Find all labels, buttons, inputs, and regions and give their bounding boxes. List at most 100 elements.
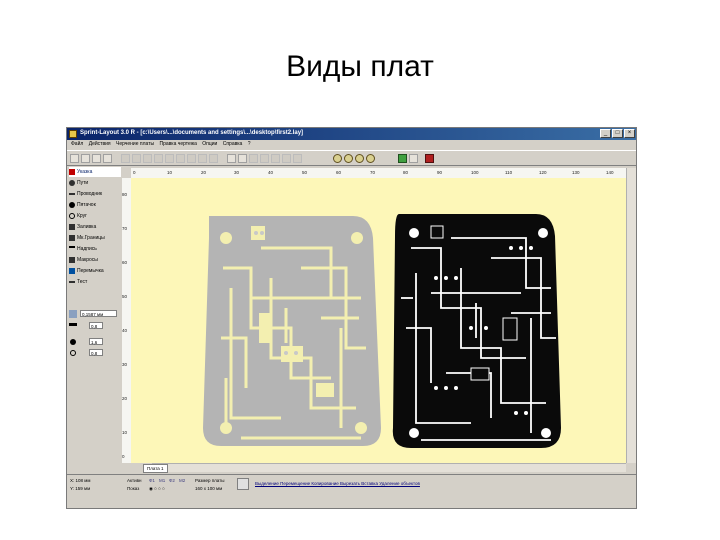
layer-m2[interactable]: М2 (179, 478, 185, 483)
menu-drawing[interactable]: Черчение платы (116, 140, 154, 149)
pad-inner-field[interactable]: 0,8 (89, 349, 103, 356)
test-icon (69, 280, 75, 283)
vertical-scrollbar[interactable] (626, 168, 636, 463)
ruler-h-tick: 110 (505, 170, 513, 175)
circle-icon (69, 212, 75, 219)
tool-text[interactable]: Надпись (69, 244, 121, 254)
layer-f2[interactable]: Ф2 (169, 478, 175, 483)
ruler-h-tick: 70 (370, 170, 376, 175)
menu-file[interactable]: Файл (71, 140, 83, 149)
ruler-v-tick: 60 (122, 260, 128, 265)
tool-test[interactable]: Тест (69, 277, 121, 287)
delete-icon[interactable] (154, 154, 163, 163)
tool-track[interactable]: Проводник (69, 189, 121, 199)
zoom-in-icon[interactable] (333, 154, 342, 163)
select-tool-icon[interactable] (237, 478, 249, 490)
zoom-fit-icon[interactable] (355, 154, 364, 163)
pad-inner-icon (70, 350, 76, 356)
menu-about[interactable]: ? (248, 140, 251, 149)
pcb-drawing[interactable] (131, 178, 626, 463)
paste-icon[interactable] (143, 154, 152, 163)
window-title: Sprint-Layout 3.0 R - [c:\Users\...\docu… (80, 130, 304, 136)
print-icon[interactable] (103, 154, 112, 163)
menu-options[interactable]: Опции (202, 140, 217, 149)
save-icon[interactable] (92, 154, 101, 163)
ruler-h-tick: 20 (201, 170, 207, 175)
tab-board-1[interactable]: Плата 1 (143, 464, 168, 473)
copy-icon[interactable] (132, 154, 141, 163)
tool-jumper[interactable]: Перемычка (69, 266, 121, 276)
bring-front-icon[interactable] (271, 154, 280, 163)
app-window: Sprint-Layout 3.0 R - [c:\Users\...\docu… (66, 127, 637, 509)
stop-icon[interactable] (425, 154, 434, 163)
group-icon[interactable] (249, 154, 258, 163)
mirror-h-icon[interactable] (187, 154, 196, 163)
ruler-v-tick: 50 (122, 294, 128, 299)
status-hint: Выделение Перемещение Копирование Выреза… (255, 481, 420, 486)
active-layer-label: Активн (127, 478, 142, 483)
snap-icon[interactable] (293, 154, 302, 163)
drc-icon[interactable] (398, 154, 407, 163)
menu-help[interactable]: Справка (223, 140, 243, 149)
tool-macro[interactable]: Макросы (69, 255, 121, 265)
tool-circle[interactable]: Круг (69, 211, 121, 221)
rotate-icon[interactable] (176, 154, 185, 163)
cursor-y: Y: 159 мм (70, 486, 91, 491)
slide-title: Виды плат (286, 50, 434, 83)
mirror-v-icon[interactable] (198, 154, 207, 163)
macro-icon (69, 256, 75, 263)
horizontal-scrollbar[interactable] (152, 463, 626, 472)
track-icon (69, 192, 75, 195)
board-black-layer (392, 214, 561, 448)
ruler-h-tick: 60 (336, 170, 342, 175)
app-icon (69, 130, 77, 138)
menu-edit[interactable]: Правка чертежа (159, 140, 196, 149)
cursor-x: X: 108 мм (70, 478, 91, 483)
toolbar (67, 150, 636, 166)
visible-layers-label: Показ (127, 486, 140, 491)
tool-border[interactable]: Мк.Границы (69, 233, 121, 243)
cut-icon[interactable] (121, 154, 130, 163)
menu-actions[interactable]: Действия (89, 140, 111, 149)
title-bar[interactable]: Sprint-Layout 3.0 R - [c:\Users\...\docu… (67, 128, 636, 140)
send-back-icon[interactable] (282, 154, 291, 163)
tool-pointer[interactable]: Указка (69, 167, 121, 177)
board-size-value: 160 x 100 мм (195, 486, 223, 491)
undo-icon[interactable] (227, 154, 236, 163)
ruler-h-tick: 30 (234, 170, 240, 175)
minimize-button[interactable]: _ (600, 129, 611, 138)
ruler-v-tick: 20 (122, 396, 128, 401)
duplicate-icon[interactable] (165, 154, 174, 163)
pad-icon (69, 201, 75, 208)
autoroute-icon[interactable] (409, 154, 418, 163)
ungroup-icon[interactable] (260, 154, 269, 163)
grid-size-field[interactable]: 0,1587 мм (80, 310, 117, 317)
track-width-icon (69, 323, 77, 326)
zoom-out-icon[interactable] (344, 154, 353, 163)
layer-m1[interactable]: М1 (159, 478, 165, 483)
zoom-board-icon[interactable] (366, 154, 375, 163)
board-canvas[interactable] (131, 178, 626, 463)
pad-outer-field[interactable]: 1,6 (89, 338, 103, 345)
ruler-h-tick: 40 (268, 170, 274, 175)
pad-outer-icon (70, 339, 76, 345)
ruler-h-tick: 140 (606, 170, 614, 175)
tool-pad[interactable]: Пятачок (69, 200, 121, 210)
tool-zoom[interactable]: Пути (69, 178, 121, 188)
new-file-icon[interactable] (70, 154, 79, 163)
maximize-button[interactable]: □ (612, 129, 623, 138)
ruler-h-tick: 120 (539, 170, 547, 175)
layer-f1[interactable]: Ф1 (149, 478, 155, 483)
track-width-field[interactable]: 0,8 (89, 322, 103, 329)
open-file-icon[interactable] (81, 154, 90, 163)
redo-icon[interactable] (238, 154, 247, 163)
align-icon[interactable] (209, 154, 218, 163)
ruler-v-tick: 70 (122, 226, 128, 231)
fill-icon (69, 223, 75, 230)
zoom-icon (69, 179, 75, 186)
jumper-icon (69, 267, 75, 274)
layer-visibility-checkboxes[interactable]: ◉ ○ ○ ○ (149, 486, 179, 492)
tool-fill[interactable]: Заливка (69, 222, 121, 232)
close-button[interactable]: × (624, 129, 635, 138)
ruler-h-tick: 90 (437, 170, 443, 175)
